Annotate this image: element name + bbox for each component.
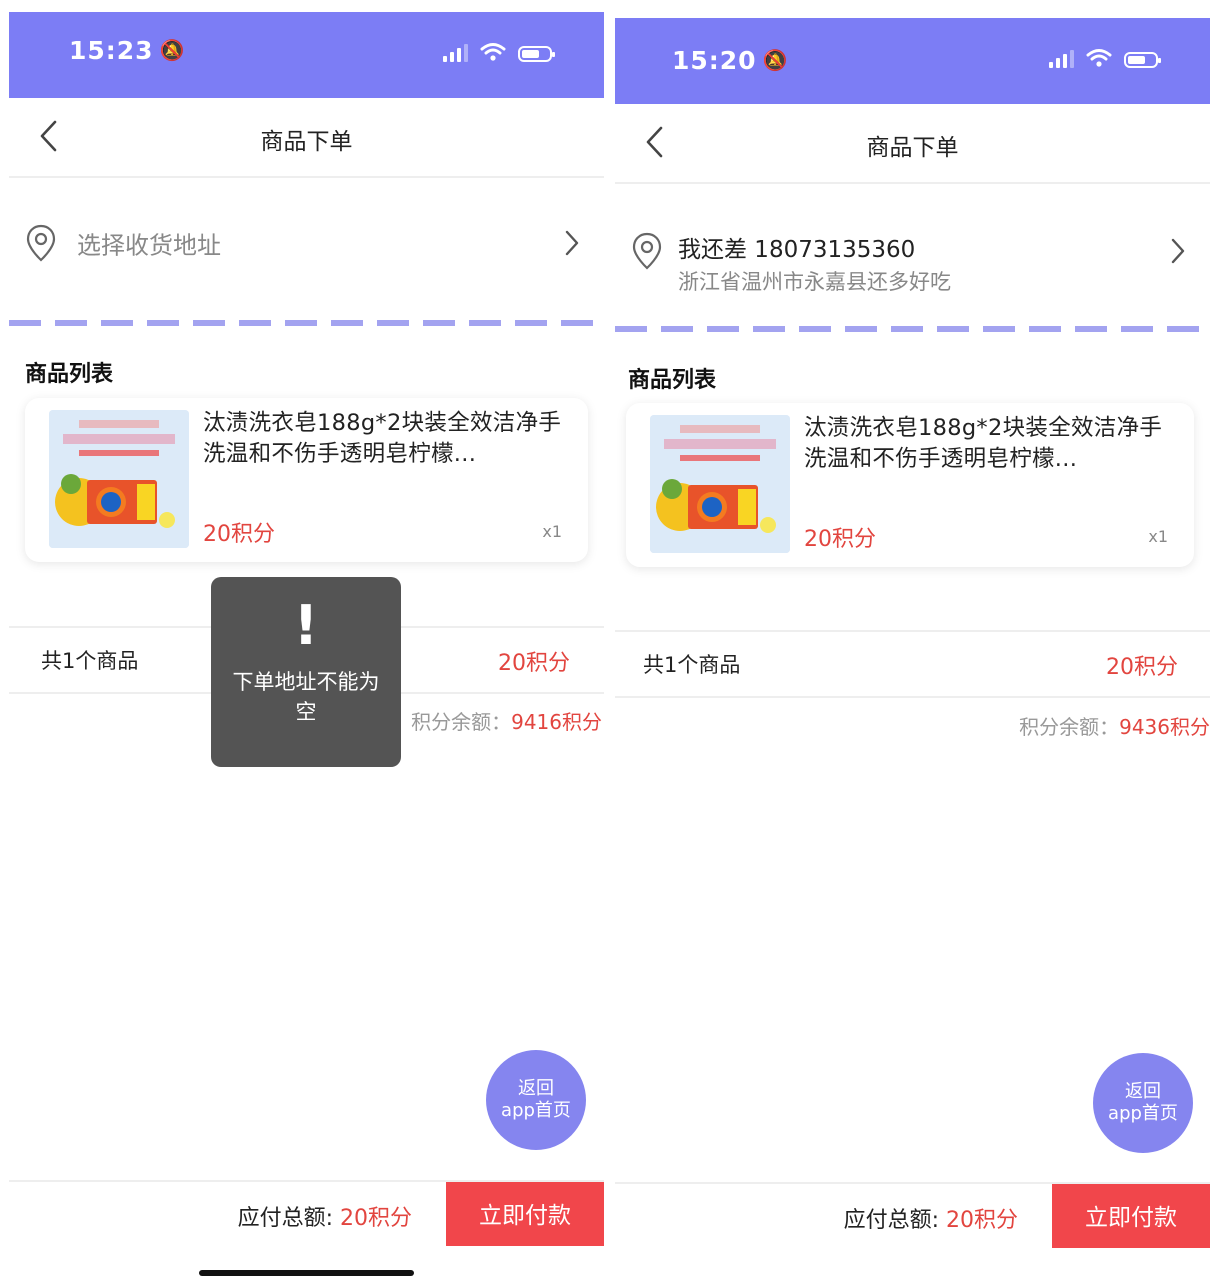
payable-value: 20积分: [946, 1208, 1018, 1233]
bell-muted-icon: 🔕: [159, 38, 186, 62]
home-button-line2: app首页: [1108, 1103, 1178, 1124]
status-time-block: 15:23 🔕: [69, 36, 185, 65]
product-quantity: x1: [542, 522, 562, 541]
product-card[interactable]: 汰渍洗衣皂188g*2块装全效洁净手洗温和不伤手透明皂柠檬... 20积分 x1: [25, 398, 588, 562]
signal-icon: [443, 44, 468, 62]
status-time-block: 15:20 🔕: [672, 46, 788, 75]
system-icons: [1049, 48, 1161, 68]
system-icons: [443, 42, 555, 62]
balance-value: 9436积分: [1119, 715, 1210, 739]
chevron-right-icon: [565, 230, 579, 256]
nav-bar: 商品下单: [615, 104, 1210, 184]
checkout-bar: 应付总额: 20积分 立即付款: [9, 1180, 604, 1246]
product-image: [49, 410, 189, 548]
section-title: 商品列表: [25, 362, 114, 387]
home-button-line1: 返回: [1125, 1081, 1161, 1102]
points-balance: 积分余额：9436积分: [1019, 711, 1210, 740]
pay-now-button[interactable]: 立即付款: [446, 1182, 604, 1246]
location-pin-icon: [26, 224, 56, 262]
points-balance: 积分余额：9416积分: [411, 706, 602, 735]
nav-bar: 商品下单: [9, 98, 604, 178]
back-to-home-button[interactable]: 返回 app首页: [486, 1050, 586, 1150]
status-time: 15:23: [69, 36, 154, 65]
battery-icon: [1124, 52, 1161, 68]
checkout-bar: 应付总额: 20积分 立即付款: [615, 1182, 1210, 1248]
product-quantity: x1: [1148, 527, 1168, 546]
payable-total: 应付总额: 20积分: [238, 1200, 412, 1232]
balance-value: 9416积分: [511, 710, 602, 734]
address-placeholder: 选择收货地址: [77, 231, 221, 260]
item-count: 共1个商品: [41, 649, 139, 673]
home-button-line2: app首页: [501, 1100, 571, 1121]
address-selector[interactable]: 我还差 18073135360 浙江省温州市永嘉县还多好吃: [615, 186, 1210, 316]
product-price: 20积分: [804, 527, 876, 552]
summary-total: 20积分: [498, 651, 570, 676]
product-title: 汰渍洗衣皂188g*2块装全效洁净手洗温和不伤手透明皂柠檬...: [203, 410, 562, 467]
home-button-line1: 返回: [518, 1078, 554, 1099]
wifi-icon: [1086, 49, 1112, 67]
toast-message: 下单地址不能为空: [232, 670, 380, 724]
home-indicator: [199, 1270, 414, 1276]
location-pin-icon: [632, 232, 662, 270]
page-title: 商品下单: [866, 135, 959, 161]
address-name-phone: 我还差 18073135360: [678, 237, 916, 263]
signal-icon: [1049, 50, 1074, 68]
battery-icon: [518, 46, 555, 62]
payable-label: 应付总额:: [843, 1208, 946, 1233]
back-to-home-button[interactable]: 返回 app首页: [1093, 1053, 1193, 1153]
product-card[interactable]: 汰渍洗衣皂188g*2块装全效洁净手洗温和不伤手透明皂柠檬... 20积分 x1: [626, 403, 1194, 567]
chevron-right-icon: [1171, 238, 1185, 264]
summary-total: 20积分: [1106, 655, 1178, 680]
address-divider: [615, 326, 1210, 332]
payable-label: 应付总额:: [237, 1206, 340, 1231]
pay-now-button[interactable]: 立即付款: [1052, 1184, 1210, 1248]
status-bar: 15:23 🔕: [9, 12, 604, 98]
payable-value: 20积分: [340, 1206, 412, 1231]
exclamation-icon: !: [293, 594, 319, 657]
right-screen: 15:20 🔕 商品下单 我还差 18073135360 浙江省温州市永嘉县还多好…: [615, 0, 1210, 1279]
payable-total: 应付总额: 20积分: [844, 1202, 1018, 1234]
left-screen: 15:23 🔕 商品下单 选择收货地址 商品列表 汰渍洗衣皂188g*2块装全效…: [9, 0, 604, 1279]
order-summary: 共1个商品 20积分: [615, 630, 1210, 698]
address-divider: [9, 320, 604, 326]
status-time: 15:20: [672, 46, 757, 75]
balance-label: 积分余额：: [1019, 715, 1120, 739]
balance-label: 积分余额：: [411, 710, 512, 734]
page-title: 商品下单: [260, 129, 353, 155]
status-bar: 15:20 🔕: [615, 18, 1210, 104]
error-toast: ! 下单地址不能为空: [211, 577, 401, 767]
address-detail: 浙江省温州市永嘉县还多好吃: [678, 270, 951, 294]
address-selector[interactable]: 选择收货地址: [9, 178, 604, 308]
product-price: 20积分: [203, 522, 275, 547]
item-count: 共1个商品: [643, 653, 741, 677]
product-title: 汰渍洗衣皂188g*2块装全效洁净手洗温和不伤手透明皂柠檬...: [804, 415, 1163, 472]
section-title: 商品列表: [628, 368, 717, 393]
wifi-icon: [480, 43, 506, 61]
bell-muted-icon: 🔕: [762, 48, 789, 72]
product-image: [650, 415, 790, 553]
